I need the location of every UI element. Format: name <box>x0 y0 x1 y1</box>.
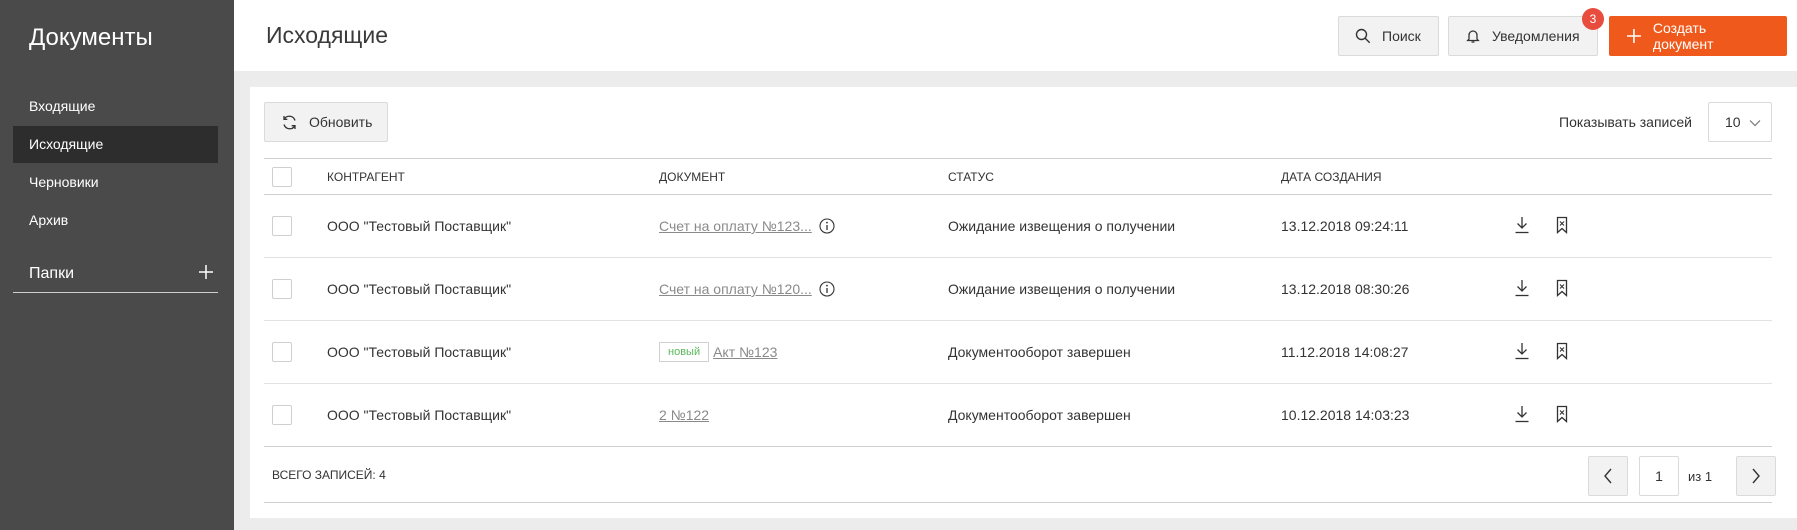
info-icon[interactable] <box>819 218 835 234</box>
date-cell: 13.12.2018 09:24:11 <box>1281 218 1409 234</box>
chevron-left-icon <box>1604 468 1612 484</box>
create-document-label: Создать документ <box>1652 20 1714 52</box>
date-cell: 11.12.2018 14:08:27 <box>1281 344 1409 360</box>
document-cell: Счет на оплату №123... <box>659 218 835 234</box>
download-icon[interactable] <box>1514 342 1530 360</box>
page-of-label: из 1 <box>1688 469 1713 484</box>
chevron-right-icon <box>1752 468 1760 484</box>
document-cell: новый Акт №123 <box>659 342 777 362</box>
status-cell: Документооборот завершен <box>948 407 1131 423</box>
document-link[interactable]: Счет на оплату №120... <box>659 281 812 297</box>
table-footer: ВСЕГО ЗАПИСЕЙ: 4 1 из 1 <box>264 447 1776 503</box>
search-icon <box>1355 28 1371 44</box>
column-header-contractor[interactable]: КОНТРАГЕНТ <box>327 170 405 184</box>
page-size-value: 10 <box>1725 114 1741 130</box>
refresh-label: Обновить <box>309 114 373 130</box>
prev-page-button[interactable] <box>1588 456 1628 496</box>
row-checkbox[interactable] <box>272 216 292 236</box>
bell-icon <box>1466 30 1480 43</box>
sidebar-item-drafts[interactable]: Черновики <box>13 164 218 201</box>
date-cell: 10.12.2018 14:03:23 <box>1281 407 1410 423</box>
create-document-button[interactable]: Создать документ <box>1609 16 1787 56</box>
status-cell: Документооборот завершен <box>948 344 1131 360</box>
document-link[interactable]: Счет на оплату №123... <box>659 218 812 234</box>
sidebar: Документы Входящие Исходящие Черновики А… <box>0 0 234 530</box>
document-link[interactable]: Акт №123 <box>713 344 777 360</box>
notifications-button[interactable]: Уведомления <box>1448 16 1598 56</box>
column-header-date[interactable]: ДАТА СОЗДАНИЯ <box>1281 170 1382 184</box>
download-icon[interactable] <box>1514 279 1530 297</box>
contractor-cell: ООО "Тестовый Поставщик" <box>327 218 512 234</box>
archive-bookmark-icon[interactable] <box>1555 342 1569 360</box>
add-folder-icon[interactable] <box>196 262 216 282</box>
column-header-status[interactable]: СТАТУС <box>948 170 994 184</box>
sidebar-item-archive[interactable]: Архив <box>13 202 218 239</box>
document-cell: Счет на оплату №120... <box>659 281 835 297</box>
notifications-button-label: Уведомления <box>1492 28 1580 44</box>
page-size-select[interactable]: 10 <box>1708 102 1772 142</box>
archive-bookmark-icon[interactable] <box>1555 216 1569 234</box>
table-row[interactable]: ООО "Тестовый Поставщик" новый Акт №123 … <box>264 321 1772 384</box>
folders-label: Папки <box>29 265 74 282</box>
page-number-input[interactable]: 1 <box>1639 456 1679 496</box>
download-icon[interactable] <box>1514 216 1530 234</box>
plus-icon <box>1626 29 1641 43</box>
select-all-checkbox[interactable] <box>272 166 292 187</box>
status-cell: Ожидание извещения о получении <box>948 218 1176 234</box>
table-row[interactable]: ООО "Тестовый Поставщик" 2 №122 Документ… <box>264 384 1772 447</box>
row-checkbox[interactable] <box>272 279 292 299</box>
page-title: Исходящие <box>266 22 388 48</box>
date-cell: 13.12.2018 08:30:26 <box>1281 281 1410 297</box>
table-row[interactable]: ООО "Тестовый Поставщик" Счет на оплату … <box>264 258 1772 321</box>
app-title: Документы <box>29 24 153 51</box>
chevron-down-icon <box>1749 120 1761 127</box>
refresh-button[interactable]: Обновить <box>264 102 388 142</box>
archive-bookmark-icon[interactable] <box>1555 279 1569 297</box>
document-link[interactable]: 2 №122 <box>659 407 709 423</box>
show-records-label: Показывать записей <box>1559 114 1692 130</box>
contractor-cell: ООО "Тестовый Поставщик" <box>327 281 512 297</box>
documents-table: КОНТРАГЕНТ ДОКУМЕНТ СТАТУС ДАТА СОЗДАНИЯ… <box>264 158 1772 447</box>
sidebar-item-incoming[interactable]: Входящие <box>13 88 218 125</box>
row-checkbox[interactable] <box>272 342 292 362</box>
download-icon[interactable] <box>1514 405 1530 423</box>
contractor-cell: ООО "Тестовый Поставщик" <box>327 344 512 360</box>
new-badge: новый <box>659 342 710 362</box>
table-row[interactable]: ООО "Тестовый Поставщик" Счет на оплату … <box>264 195 1772 258</box>
document-cell: 2 №122 <box>659 407 709 423</box>
total-records-label: ВСЕГО ЗАПИСЕЙ: 4 <box>272 468 386 482</box>
documents-card: Обновить Показывать записей 10 КОНТРАГЕН… <box>250 87 1797 518</box>
status-cell: Ожидание извещения о получении <box>948 281 1176 297</box>
refresh-icon <box>283 115 296 129</box>
notifications-count-badge: 3 <box>1582 8 1604 30</box>
folders-section: Папки <box>13 258 218 293</box>
sidebar-nav: Входящие Исходящие Черновики Архив <box>13 88 218 240</box>
search-button[interactable]: Поиск <box>1338 16 1439 56</box>
column-header-document[interactable]: ДОКУМЕНТ <box>659 170 725 184</box>
sidebar-item-outgoing[interactable]: Исходящие <box>13 126 218 163</box>
contractor-cell: ООО "Тестовый Поставщик" <box>327 407 512 423</box>
header: Исходящие Поиск Уведомления 3 Создать до… <box>234 0 1797 71</box>
next-page-button[interactable] <box>1736 456 1776 496</box>
search-button-label: Поиск <box>1382 28 1421 44</box>
archive-bookmark-icon[interactable] <box>1555 405 1569 423</box>
table-header: КОНТРАГЕНТ ДОКУМЕНТ СТАТУС ДАТА СОЗДАНИЯ <box>264 158 1772 195</box>
info-icon[interactable] <box>819 281 835 297</box>
row-checkbox[interactable] <box>272 405 292 425</box>
